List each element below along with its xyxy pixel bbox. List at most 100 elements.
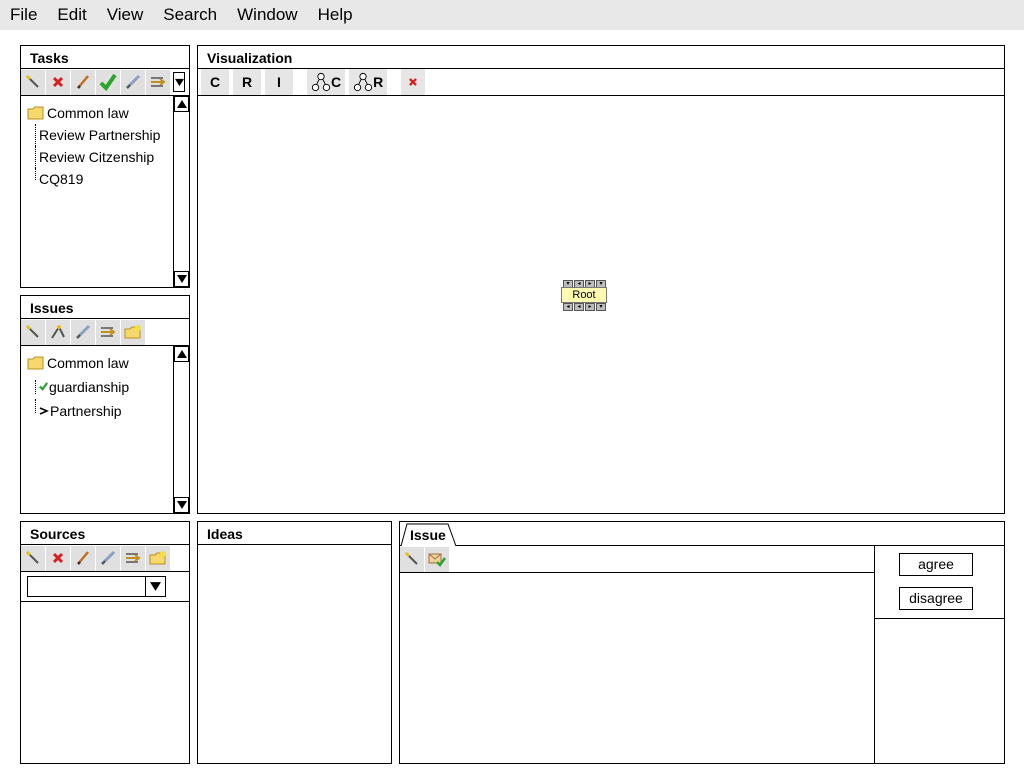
tasks-scrollbar[interactable] [173, 96, 189, 287]
node-control-button[interactable]: ▸ [585, 303, 595, 311]
viz-c-button[interactable]: C [201, 69, 229, 95]
magic-wand-icon [25, 74, 39, 88]
viz-r-button[interactable]: R [233, 69, 261, 95]
sources-title: Sources [21, 522, 189, 545]
arrows-right-icon [101, 327, 116, 337]
tasks-toolbar-more-arrow[interactable] [173, 72, 185, 92]
new-folder-issue-button[interactable] [121, 319, 145, 345]
tree-root-common-law[interactable]: Common law [27, 352, 129, 374]
disagree-button[interactable]: disagree [899, 587, 973, 610]
sources-dropdown[interactable] [27, 576, 166, 597]
menu-help[interactable]: Help [308, 0, 363, 30]
issue-content-area[interactable] [400, 573, 874, 763]
tree-item[interactable]: Review Citzenship [27, 146, 160, 168]
new-folder-icon [124, 325, 141, 339]
tasks-toolbar [21, 69, 189, 96]
issues-scrollbar[interactable] [173, 346, 189, 513]
tree-item[interactable]: CQ819 [27, 168, 160, 190]
arrow-right-icon [39, 407, 49, 415]
node-control-button[interactable]: ▾ [596, 303, 606, 311]
tree-nodes-icon [354, 72, 373, 92]
new-task-button[interactable] [21, 69, 45, 95]
sources-toolbar [21, 545, 189, 572]
new-issue-entry-button[interactable] [400, 546, 424, 572]
arrows-right-icon [151, 77, 166, 87]
link-issue-button[interactable] [71, 319, 95, 345]
menu-window[interactable]: Window [227, 0, 307, 30]
issues-toolbar [21, 319, 189, 346]
edit-task-button[interactable] [71, 69, 95, 95]
move-source-button[interactable] [121, 545, 145, 571]
visualization-toolbar: C R I C R [198, 69, 1004, 96]
visualization-title: Visualization [198, 46, 1004, 69]
branch-wand-icon [51, 325, 65, 339]
arrows-right-icon [126, 553, 141, 563]
tree-nodes-icon [311, 72, 331, 92]
edit-source-button[interactable] [71, 545, 95, 571]
viz-i-button[interactable]: I [265, 69, 293, 95]
tree-item-partnership[interactable]: Partnership [27, 399, 129, 423]
tasks-panel: Tasks Common law Review Partnership Revi… [20, 45, 190, 288]
triangle-up-icon [176, 100, 187, 108]
delete-task-button[interactable] [46, 69, 70, 95]
viz-tree-r-label: R [373, 74, 384, 90]
dropdown-arrow-button[interactable] [145, 577, 165, 596]
menu-search[interactable]: Search [153, 0, 227, 30]
triangle-down-icon [176, 501, 187, 509]
issue-side-divider [874, 546, 875, 763]
magic-wand-icon [404, 551, 418, 565]
menu-file[interactable]: File [0, 0, 47, 30]
menu-bar: File Edit View Search Window Help [0, 0, 1024, 30]
tree-item-guardianship[interactable]: guardianship [27, 374, 129, 399]
agree-button[interactable]: agree [899, 553, 973, 576]
tree-root-label: Common law [47, 355, 129, 371]
new-issue-button[interactable] [21, 319, 45, 345]
tree-connector [35, 399, 39, 413]
tasks-tree: Common law Review Partnership Review Cit… [27, 102, 160, 190]
sources-panel: Sources [20, 521, 190, 764]
scroll-up-button[interactable] [174, 346, 189, 362]
branch-issue-button[interactable] [46, 319, 70, 345]
viz-tree-r-button[interactable]: R [349, 69, 388, 95]
folder-icon [27, 356, 44, 370]
delete-x-icon [52, 552, 64, 564]
viz-delete-button[interactable] [401, 69, 426, 95]
send-issue-button[interactable] [425, 546, 449, 572]
move-task-button[interactable] [146, 69, 170, 95]
viz-tree-c-button[interactable]: C [307, 69, 346, 95]
tree-root-label: Common law [47, 105, 129, 121]
link-source-button[interactable] [96, 545, 120, 571]
magic-wand-icon [25, 550, 39, 564]
vote-area-divider [874, 618, 1004, 619]
delete-source-button[interactable] [46, 545, 70, 571]
new-folder-icon [149, 551, 166, 565]
issue-tab[interactable]: Issue [410, 525, 446, 545]
tree-item[interactable]: Review Partnership [27, 124, 160, 146]
scroll-down-button[interactable] [174, 271, 189, 287]
tree-connector [35, 146, 39, 168]
sources-selector-area [21, 573, 189, 602]
delete-x-icon [52, 76, 64, 88]
node-control-button[interactable]: ◂ [563, 303, 573, 311]
move-issue-button[interactable] [96, 319, 120, 345]
root-node[interactable]: ▾ ◂ ▸ ▾ Root ◂ ◂ ▸ ▾ [561, 280, 607, 312]
scroll-down-button[interactable] [174, 497, 189, 513]
pencil-icon [77, 75, 89, 89]
new-source-button[interactable] [21, 545, 45, 571]
tree-connector [35, 379, 39, 394]
sources-dropdown-value [28, 578, 31, 593]
link-task-button[interactable] [121, 69, 145, 95]
menu-edit[interactable]: Edit [47, 0, 96, 30]
new-folder-source-button[interactable] [146, 545, 170, 571]
menu-view[interactable]: View [97, 0, 154, 30]
checkmark-icon [99, 73, 117, 91]
scroll-up-button[interactable] [174, 96, 189, 112]
issues-tree: Common law guardianship Partnership [27, 352, 129, 423]
node-control-button[interactable]: ◂ [574, 303, 584, 311]
complete-task-button[interactable] [96, 69, 120, 95]
pencil-icon [77, 551, 89, 565]
tree-root-common-law[interactable]: Common law [27, 102, 160, 124]
tree-connector [35, 168, 39, 180]
triangle-down-icon [176, 275, 187, 283]
viz-tree-c-label: C [331, 74, 342, 90]
